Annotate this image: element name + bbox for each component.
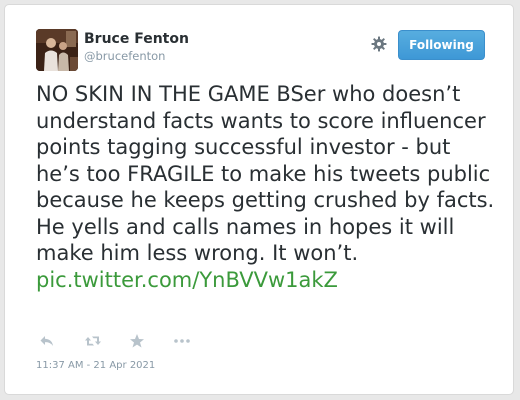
tweet-media-link[interactable]: pic.twitter.com/YnBVVw1akZ: [36, 268, 338, 292]
display-name[interactable]: Bruce Fenton: [84, 31, 189, 47]
following-button[interactable]: Following: [398, 30, 485, 60]
avatar-photo: [36, 29, 78, 71]
tweet-timestamp[interactable]: 11:37 AM - 21 Apr 2021: [36, 360, 155, 371]
tweet-text: NO SKIN IN THE GAME BSer who doesn’t und…: [36, 81, 498, 293]
avatar[interactable]: [36, 29, 78, 71]
more-icon[interactable]: [173, 333, 191, 349]
gear-icon[interactable]: [371, 36, 387, 52]
retweet-icon[interactable]: [84, 333, 102, 349]
star-icon[interactable]: [129, 333, 147, 349]
tweet-body: NO SKIN IN THE GAME BSer who doesn’t und…: [36, 82, 495, 265]
tweet-card: Bruce Fenton @brucefenton Following NO S…: [4, 4, 514, 395]
reply-icon[interactable]: [39, 333, 57, 349]
user-handle[interactable]: @brucefenton: [84, 49, 165, 63]
